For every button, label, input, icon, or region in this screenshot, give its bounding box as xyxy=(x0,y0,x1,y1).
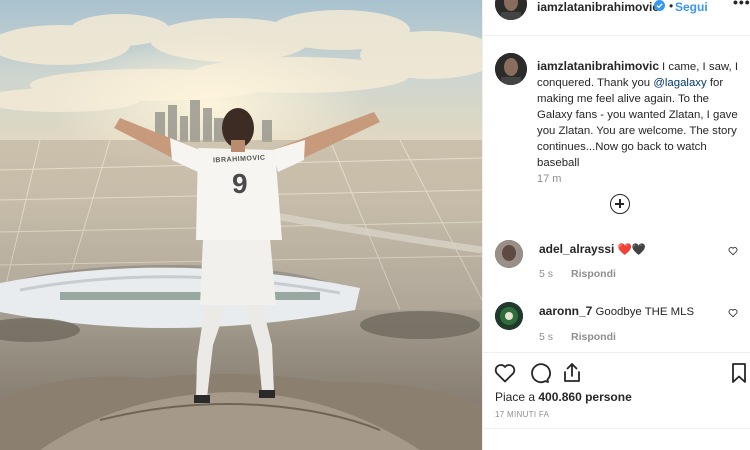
comment-1-reply-button[interactable]: Rispondi xyxy=(571,268,616,280)
add-comments-icon[interactable] xyxy=(610,194,630,214)
likes-number[interactable]: 400.860 persone xyxy=(538,390,631,404)
likes-prefix: Piace a xyxy=(495,390,539,404)
likes-count[interactable]: Piace a 400.860 persone xyxy=(495,390,632,404)
post-actions-bar xyxy=(483,352,750,392)
header-separator: • xyxy=(669,0,674,13)
comment-1: adel_alrayssi ❤️🖤 xyxy=(539,242,646,256)
comment-2-meta: 5 s Rispondi xyxy=(539,331,616,343)
comment-2-text: Goodbye THE MLS xyxy=(595,306,695,318)
follow-button[interactable]: Segui xyxy=(675,0,708,14)
share-icon[interactable] xyxy=(560,361,584,385)
photo-illustration xyxy=(0,10,482,450)
post-header: iamzlatanibrahimovic • Segui ••• xyxy=(483,0,750,36)
more-options-icon[interactable]: ••• xyxy=(733,0,750,10)
avatar[interactable] xyxy=(495,0,527,20)
comment-2-like-heart-icon[interactable] xyxy=(728,308,738,318)
post-caption: iamzlatanibrahimovic I came, I saw, I con… xyxy=(537,58,739,171)
header-username[interactable]: iamzlatanibrahimovic xyxy=(537,0,659,14)
rocky-peak xyxy=(0,373,482,450)
comment-2-username[interactable]: aaronn_7 xyxy=(539,304,592,318)
bookmark-icon[interactable] xyxy=(727,361,750,385)
comment-1-meta: 5 s Rispondi xyxy=(539,268,616,280)
caption-username[interactable]: iamzlatanibrahimovic xyxy=(537,59,659,73)
comment-avatar[interactable] xyxy=(495,302,523,330)
comment-input-area[interactable] xyxy=(483,428,750,450)
comment-avatar[interactable] xyxy=(495,240,523,268)
comment-2-reply-button[interactable]: Rispondi xyxy=(571,331,616,343)
post-photo[interactable]: IBRAHIMOVIC 9 xyxy=(0,0,482,450)
comment-icon[interactable] xyxy=(527,361,551,385)
post-side-panel: iamzlatanibrahimovic • Segui ••• iamzlat… xyxy=(482,0,750,450)
heart-icon[interactable] xyxy=(493,361,517,385)
caption-text-end: for making me feel alive again. To the G… xyxy=(537,77,738,169)
comment-1-like-heart-icon[interactable] xyxy=(728,246,738,256)
caption-avatar[interactable] xyxy=(495,53,527,85)
jersey-number: 9 xyxy=(232,168,248,199)
caption-time[interactable]: 17 m xyxy=(537,173,561,185)
comment-1-text: ❤️🖤 xyxy=(617,244,646,256)
comment-2: aaronn_7 Goodbye THE MLS xyxy=(539,304,694,318)
caption-mention-link[interactable]: @lagalaxy xyxy=(653,77,706,89)
post-timestamp[interactable]: 17 MINUTI FA xyxy=(495,410,549,419)
verified-badge-icon xyxy=(654,0,665,11)
comment-1-time[interactable]: 5 s xyxy=(539,268,553,280)
comment-1-username[interactable]: adel_alrayssi xyxy=(539,242,614,256)
comment-2-time[interactable]: 5 s xyxy=(539,331,553,343)
